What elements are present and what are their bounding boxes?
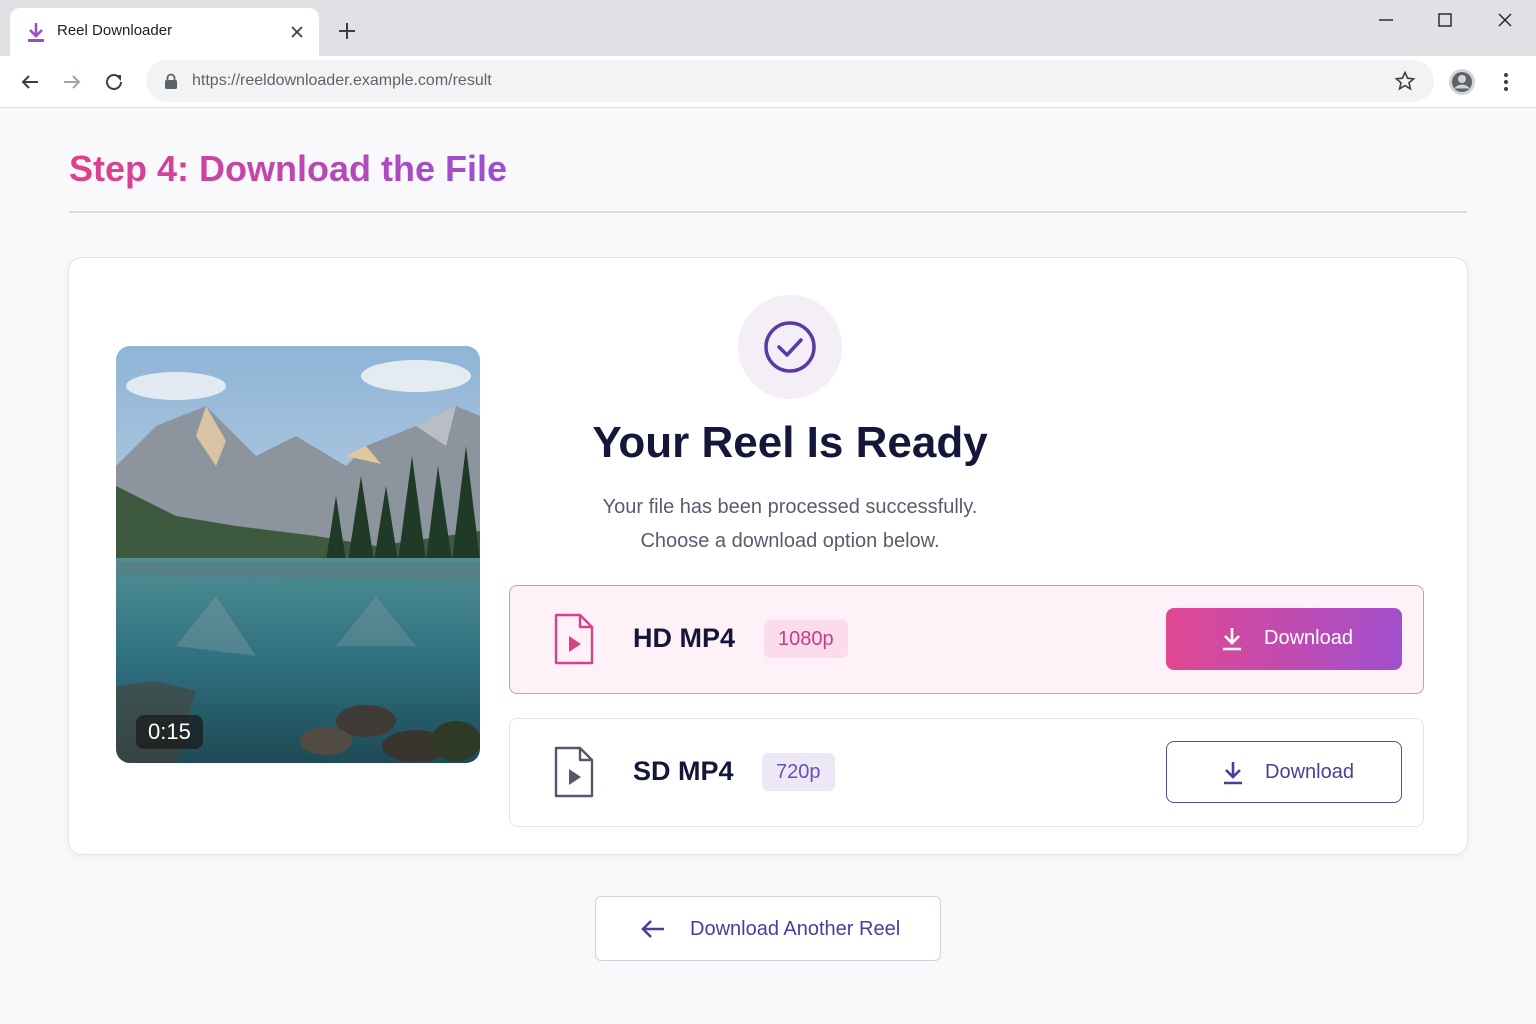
reel-preview-thumbnail[interactable]: 0:15 (116, 346, 480, 763)
check-circle-icon (764, 321, 816, 373)
close-icon[interactable] (287, 22, 307, 42)
video-file-icon (554, 613, 594, 665)
duration-badge: 0:15 (136, 715, 203, 749)
url-text[interactable]: https://reeldownloader.example.com/resul… (192, 72, 492, 90)
arrow-left-icon (641, 920, 664, 938)
forward-arrow-icon[interactable] (58, 68, 86, 96)
tab-title: Reel Downloader (57, 22, 173, 39)
download-option-hd: HD MP4 1080p Download (509, 585, 1424, 694)
subtitle-line: Choose a download option below. (640, 530, 940, 552)
download-sd-button[interactable]: Download (1166, 741, 1402, 803)
download-icon (1224, 762, 1242, 785)
plus-icon[interactable] (334, 18, 360, 44)
option-label: HD MP4 (633, 623, 736, 653)
reload-icon[interactable] (100, 68, 128, 96)
star-icon[interactable] (1394, 70, 1416, 92)
download-option-sd: SD MP4 720p Download (509, 718, 1424, 827)
download-button-label: Download (1264, 627, 1353, 649)
video-file-icon (554, 746, 594, 798)
browser-tab[interactable]: Reel Downloader (10, 8, 319, 56)
resolution-badge: 720p (762, 753, 835, 791)
option-label: SD MP4 (633, 756, 734, 786)
success-badge (738, 295, 842, 399)
browser-tabstrip: Reel Downloader (0, 0, 1536, 56)
maximize-icon[interactable] (1431, 6, 1459, 34)
download-button-label: Download (1265, 761, 1354, 783)
ready-heading: Your Reel Is Ready (592, 418, 988, 467)
page-title: Step 4: Download the File (69, 148, 508, 189)
address-bar[interactable]: https://reeldownloader.example.com/resul… (146, 60, 1434, 102)
mountain-lake-image (116, 346, 480, 763)
minimize-icon[interactable] (1372, 6, 1400, 34)
more-vert-icon[interactable] (1494, 68, 1518, 96)
download-another-button[interactable]: Download Another Reel (595, 896, 941, 961)
result-card: 0:15 Your Reel Is Ready Your file has be… (68, 257, 1468, 855)
back-arrow-icon[interactable] (16, 68, 44, 96)
download-another-label: Download Another Reel (690, 918, 901, 940)
download-favicon-icon (28, 23, 44, 42)
resolution-badge: 1080p (764, 620, 848, 658)
divider (69, 211, 1467, 213)
profile-icon[interactable] (1448, 68, 1476, 96)
download-hd-button[interactable]: Download (1166, 608, 1402, 670)
browser-toolbar: https://reeldownloader.example.com/resul… (0, 56, 1536, 108)
close-window-icon[interactable] (1491, 6, 1519, 34)
ready-subtitle: Your file has been processed successfull… (509, 490, 1071, 558)
subtitle-line: Your file has been processed successfull… (602, 496, 978, 518)
lock-icon (165, 73, 177, 89)
download-icon (1223, 628, 1241, 651)
